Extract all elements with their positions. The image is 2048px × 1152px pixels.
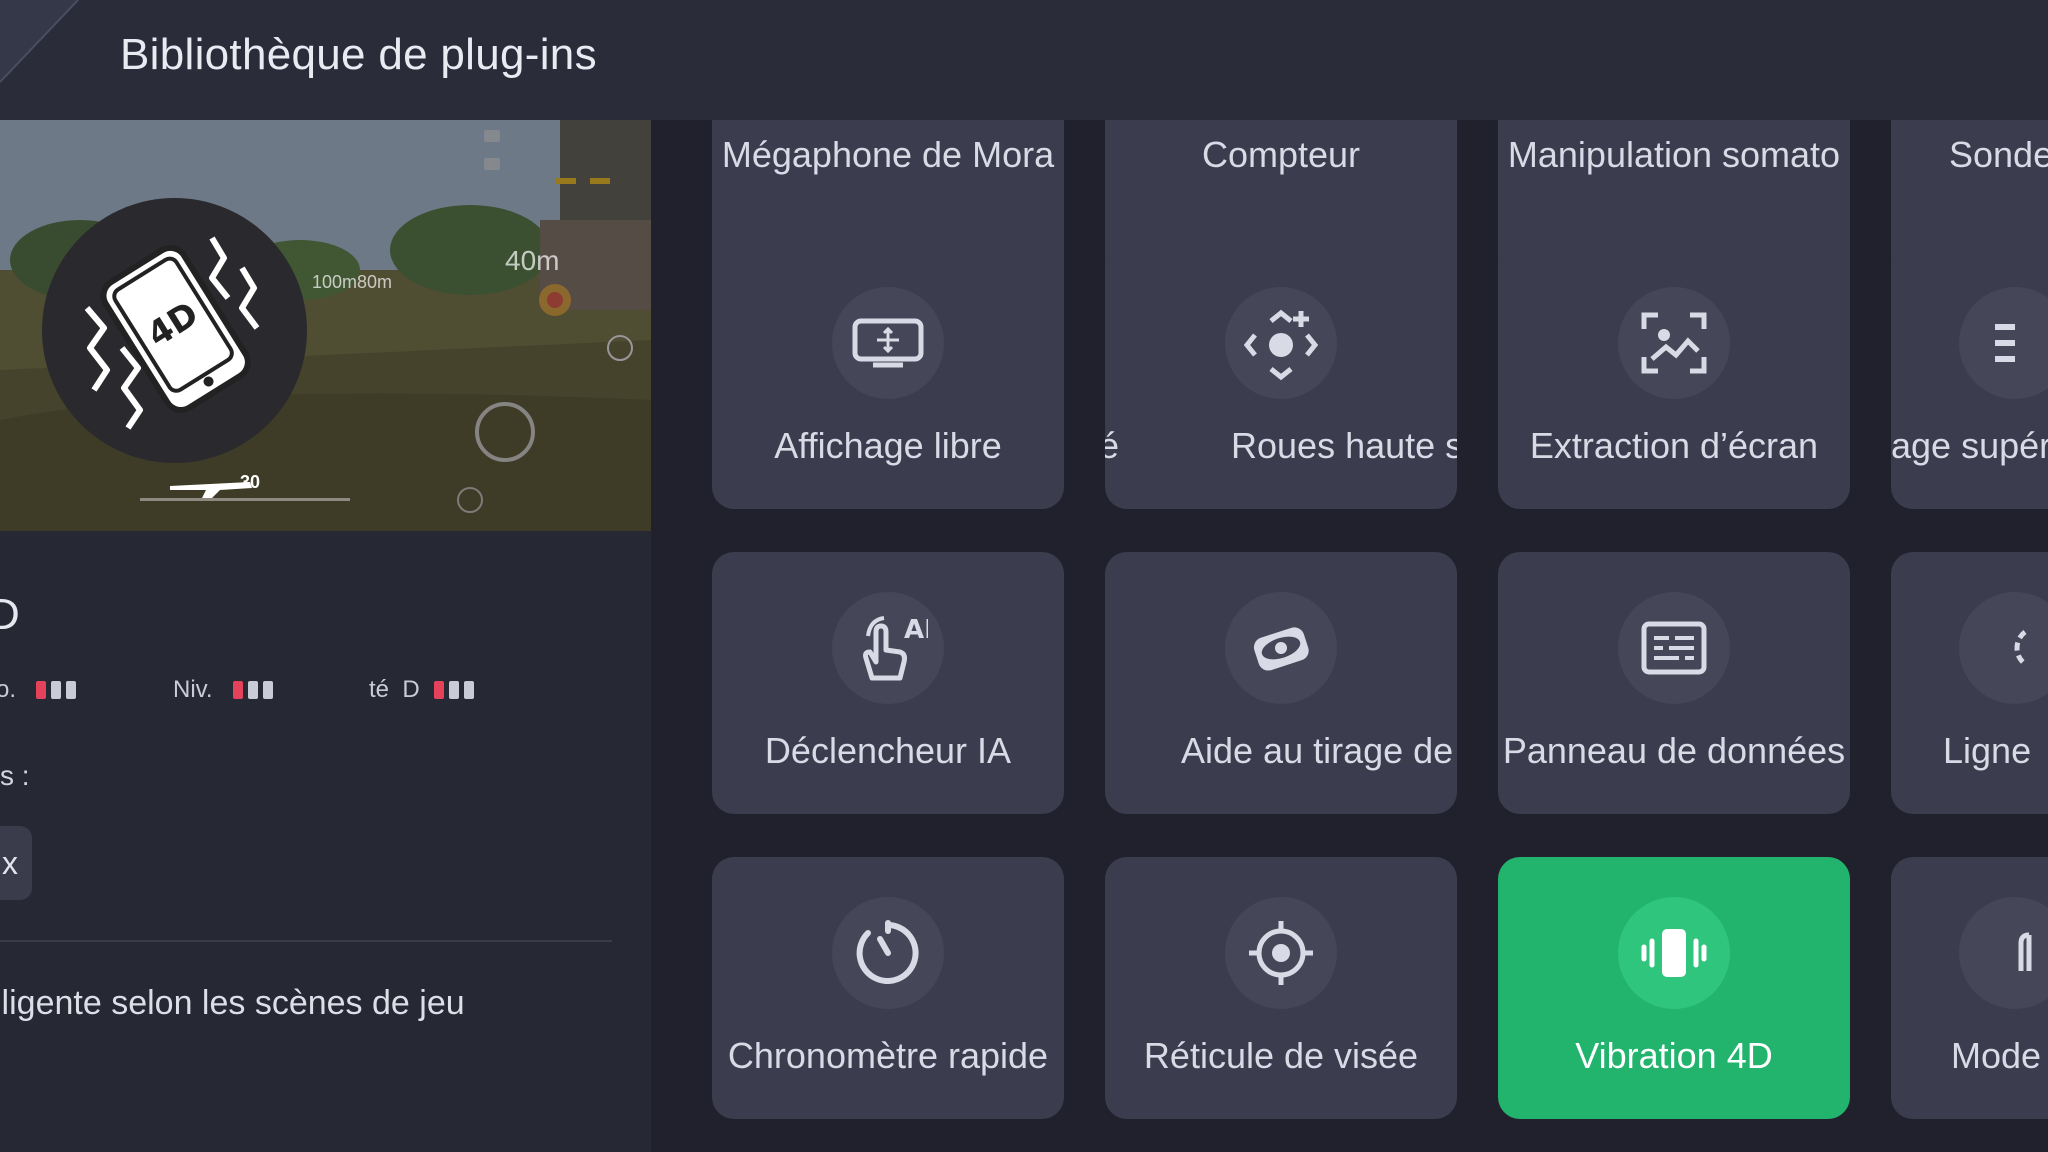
tile-affichage-superieur[interactable]: age supér (1891, 247, 2048, 509)
tile-reticule[interactable]: Réticule de visée (1105, 857, 1457, 1119)
tile-affichage-libre[interactable]: Affichage libre (712, 247, 1064, 509)
vibration-4d-badge: 4D (42, 198, 307, 463)
tile-label: Sonde (1949, 134, 2048, 175)
mode-icon (1959, 897, 2048, 1009)
tile-extraction-ecran[interactable]: Extraction d’écran (1498, 247, 1850, 509)
distance-marker-2: 40m (505, 245, 560, 276)
tile-label: Extraction d’écran (1529, 425, 1819, 466)
game-preview-image: 4D 30 100m80m 40m (0, 120, 651, 531)
tile-declencheur-ia[interactable]: AI Déclencheur IA (712, 552, 1064, 814)
tile-label: Aide au tirage de (1181, 730, 1454, 771)
tile-label: Panneau de données (1502, 730, 1846, 771)
page-title: Bibliothèque de plug-ins (120, 30, 597, 79)
tile-vibration-4d[interactable]: Vibration 4D (1498, 857, 1850, 1119)
svg-text:AI: AI (904, 615, 928, 645)
tile-label: Mégaphone de Mora (721, 134, 1055, 175)
tile-ligne[interactable]: Ligne (1891, 552, 2048, 814)
back-corner-icon[interactable] (0, 0, 80, 120)
plugin-description: lligente selon les scènes de jeu (0, 984, 465, 1022)
tile-label: Ligne (1943, 730, 2032, 771)
ai-trigger-icon: AI (832, 592, 944, 704)
tile-label: Chronomètre rapide (727, 1035, 1049, 1076)
tile-roues-haute[interactable]: Roues haute s é (1105, 247, 1457, 509)
tile-label: Manipulation somato (1507, 134, 1841, 175)
wheel-move-icon (1225, 287, 1337, 399)
screen-capture-icon (1618, 287, 1730, 399)
plugin-detail-panel: 4D 30 100m80m 40m D o. Niv. té D s : x l… (0, 120, 651, 1152)
eye-target-icon (1225, 592, 1337, 704)
stat-1: o. (0, 676, 77, 704)
stat-2: Niv. (173, 676, 273, 704)
tile-label: Déclencheur IA (764, 730, 1012, 771)
tile-label: Affichage libre (774, 425, 1002, 466)
tile-label: Roues haute s (1231, 425, 1457, 466)
tile-label: Mode (1951, 1035, 2042, 1076)
tile-label: age supér (1891, 425, 2048, 466)
stat-2-level-bars (232, 681, 273, 699)
plugin-grid: Mégaphone de Mora Compteur Manipulation … (651, 120, 2048, 1152)
crosshair-icon (1225, 897, 1337, 1009)
stat-1-label: o. (0, 676, 17, 703)
tile-chronometre[interactable]: Chronomètre rapide (712, 857, 1064, 1119)
stat-2-label: Niv. (173, 676, 213, 703)
stat-1-level-bars (36, 681, 77, 699)
tag-chip[interactable]: x (0, 826, 32, 900)
header-bar: Bibliothèque de plug-ins (0, 0, 2048, 120)
clipped-fragment: é (1105, 425, 1120, 466)
tile-aide-tirage[interactable]: Aide au tirage de (1105, 552, 1457, 814)
tile-label: Réticule de visée (1143, 1035, 1419, 1076)
tags-label: s : (0, 760, 30, 791)
line-icon (1959, 592, 2048, 704)
vibration-icon (1618, 897, 1730, 1009)
tile-label: Vibration 4D (1575, 1035, 1773, 1076)
overlay-display-icon (1959, 287, 2048, 399)
stat-3-label: té D (369, 676, 420, 703)
stat-3-level-bars (433, 681, 474, 699)
free-display-icon (832, 287, 944, 399)
stopwatch-icon (832, 897, 944, 1009)
ammo-count: 30 (240, 472, 261, 492)
data-panel-icon (1618, 592, 1730, 704)
phone-4d-icon: 4D (84, 236, 260, 430)
plugin-name: D (0, 590, 20, 639)
tile-panneau-donnees[interactable]: Panneau de données (1498, 552, 1850, 814)
distance-marker-1: 100m80m (312, 272, 393, 292)
weapon-hud: 30 (140, 472, 350, 501)
section-divider (0, 940, 612, 942)
stat-3: té D (369, 676, 474, 704)
tile-label: Compteur (1201, 134, 1361, 175)
tile-mode[interactable]: Mode (1891, 857, 2048, 1119)
